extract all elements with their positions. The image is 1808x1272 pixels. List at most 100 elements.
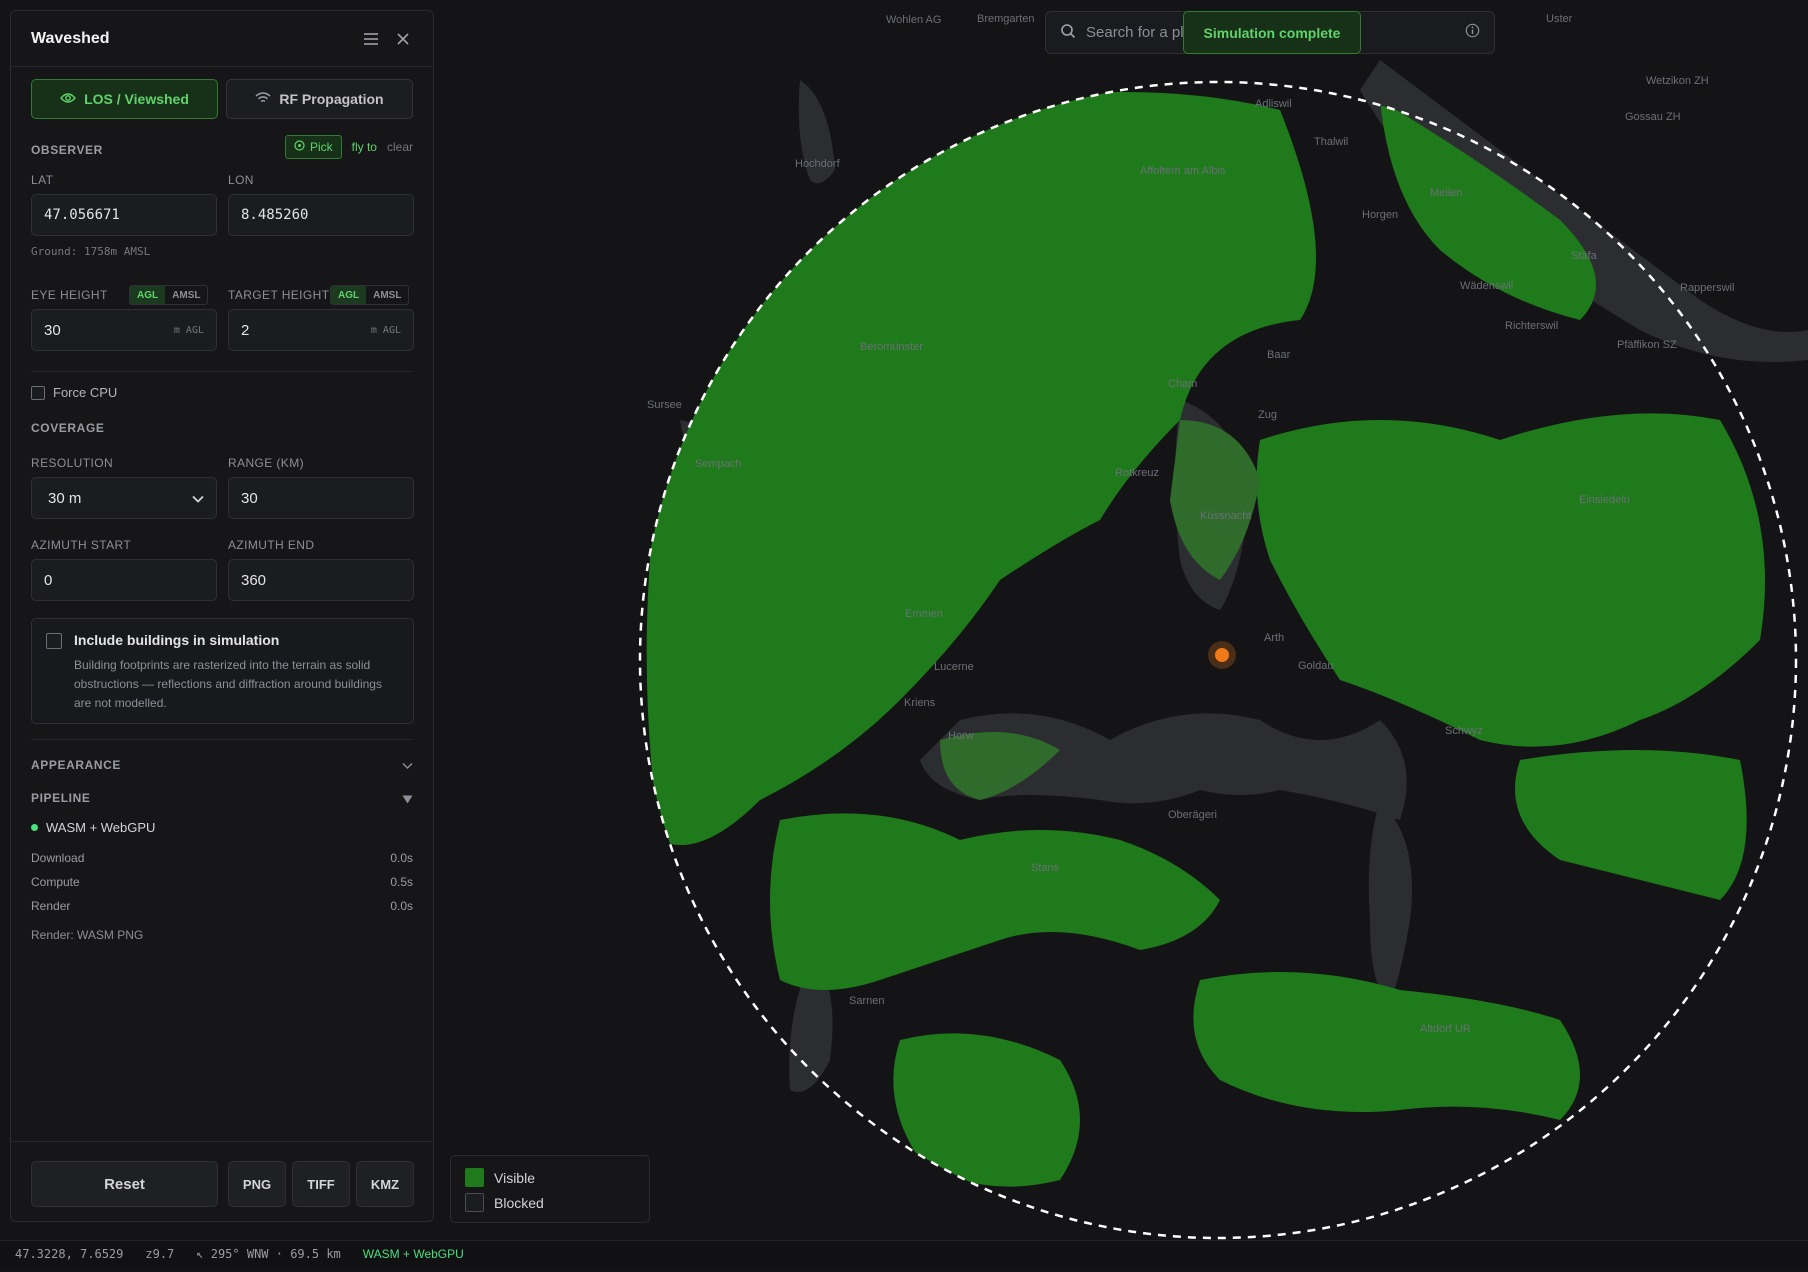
map-legend: Visible Blocked [450,1155,650,1223]
target-height-mode: AGL AMSL [330,285,410,305]
status-bar: 47.3228, 7.6529 z9.7 ↖ 295° WNW · 69.5 k… [0,1240,1808,1267]
pipeline-row-value: 0.0s [390,851,413,865]
pipeline-row-label: Render [31,899,71,913]
observer-section-label: OBSERVER [31,143,103,157]
buildings-option[interactable]: Include buildings in simulation Building… [31,618,414,724]
force-cpu-label: Force CPU [53,385,118,400]
legend-blocked-label: Blocked [494,1194,544,1211]
map-label: Meilen [1430,187,1463,199]
map-label: Horgen [1362,209,1399,221]
divider [31,371,413,372]
triangle-down-icon[interactable] [402,791,413,809]
eye-height-unit: m AGL [173,324,204,336]
appearance-section-label[interactable]: APPEARANCE [31,758,121,772]
engine-status: WASM + WebGPU [362,1247,464,1261]
map-label: Stäfa [1571,250,1597,262]
divider [11,1141,433,1142]
map-label: Pfäffikon SZ [1617,339,1677,351]
status-dot-icon [31,824,38,831]
pipeline-row-download: Download 0.0s [31,851,413,865]
range-label: RANGE (KM) [228,456,304,470]
menu-icon[interactable] [361,29,381,49]
eye-agl-toggle[interactable]: AGL [130,286,166,304]
range-input[interactable]: 30 [228,477,414,519]
render-mode-text: Render: WASM PNG [31,928,144,942]
legend-visible: Visible [465,1165,635,1190]
map-label: Uster [1546,13,1573,25]
eye-height-mode: AGL AMSL [129,285,209,305]
tab-los-viewshed[interactable]: LOS / Viewshed [31,79,218,119]
chevron-down-icon [192,490,204,507]
force-cpu-toggle[interactable]: Force CPU [31,385,117,400]
eye-amsl-toggle[interactable]: AMSL [165,286,207,304]
azimuth-end-label: AZIMUTH END [228,538,315,552]
map-label: Stans [1031,862,1060,874]
map-label: Gossau ZH [1625,111,1681,123]
pipeline-row-compute: Compute 0.5s [31,875,413,889]
tab-rf-propagation[interactable]: RF Propagation [226,79,413,119]
close-icon[interactable] [393,29,413,49]
target-agl-toggle[interactable]: AGL [331,286,367,304]
map-label: Horw [948,730,974,742]
buildings-title: Include buildings in simulation [74,632,280,648]
map-label: Sarnen [849,995,885,1007]
pipeline-row-label: Download [31,851,85,865]
pipeline-row-value: 0.0s [390,899,413,913]
chevron-down-icon[interactable] [402,757,413,775]
lat-label: LAT [31,173,54,187]
resolution-select[interactable]: 30 m [31,477,217,519]
eye-height-input[interactable]: 30 m AGL [31,309,217,351]
observer-actions: Pick fly to clear [284,135,413,159]
target-amsl-toggle[interactable]: AMSL [366,286,408,304]
pipeline-row-value: 0.5s [390,875,413,889]
panel-header: Waveshed [11,11,433,67]
resolution-value: 30 m [48,489,82,507]
force-cpu-checkbox[interactable] [31,385,45,400]
pin-icon [294,140,305,154]
eye-height-label: EYE HEIGHT [31,288,108,302]
export-kmz-button[interactable]: KMZ [356,1161,414,1207]
search-icon [1060,23,1076,43]
legend-visible-label: Visible [494,1169,535,1186]
clear-link[interactable]: clear [387,140,413,154]
eye-height-value: 30 [44,321,61,339]
map-label: Emmen [905,608,943,620]
target-height-input[interactable]: 2 m AGL [228,309,414,351]
map-label: Arth [1264,632,1285,644]
ground-elevation: Ground: 1758m AMSL [31,245,151,258]
azimuth-start-input[interactable]: 0 [31,559,217,601]
map-label: Sursee [647,399,682,411]
buildings-checkbox[interactable] [46,633,62,649]
map-label: Einsiedeln [1579,494,1630,506]
pipeline-engine: WASM + WebGPU [31,820,155,835]
side-panel: Waveshed LOS / Viewshed RF Propagation O… [10,10,434,1222]
export-png-button[interactable]: PNG [228,1161,286,1207]
fly-to-link[interactable]: fly to [352,140,377,154]
map-label: Küssnacht [1200,510,1252,522]
pick-label: Pick [309,140,333,154]
map-label: Thalwil [1314,136,1349,148]
wifi-icon [255,91,271,107]
map-label: Schwyz [1445,725,1483,737]
eye-icon [60,91,77,107]
lat-input[interactable]: 47.056671 [31,194,217,236]
info-icon[interactable] [1465,23,1480,42]
map-label: Rotkreuz [1115,467,1160,479]
lon-input[interactable]: 8.485260 [228,194,414,236]
reset-button[interactable]: Reset [31,1161,218,1207]
export-tiff-button[interactable]: TIFF [292,1161,350,1207]
map-label: Cham [1168,378,1198,390]
legend-blocked: Blocked [465,1190,635,1215]
target-height-unit: m AGL [370,324,401,336]
map-label: Baar [1267,349,1291,361]
pipeline-row-render: Render 0.0s [31,899,413,913]
divider [31,739,413,740]
map-label: Altdorf UR [1420,1023,1471,1035]
azimuth-end-input[interactable]: 360 [228,559,414,601]
pipeline-row-label: Compute [31,875,80,889]
target-height-value: 2 [241,321,250,339]
pick-button[interactable]: Pick [284,135,342,159]
cursor-coordinates: 47.3228, 7.6529 [15,1247,124,1261]
map-label: Wohlen AG [886,14,942,26]
pipeline-section-label[interactable]: PIPELINE [31,791,90,805]
